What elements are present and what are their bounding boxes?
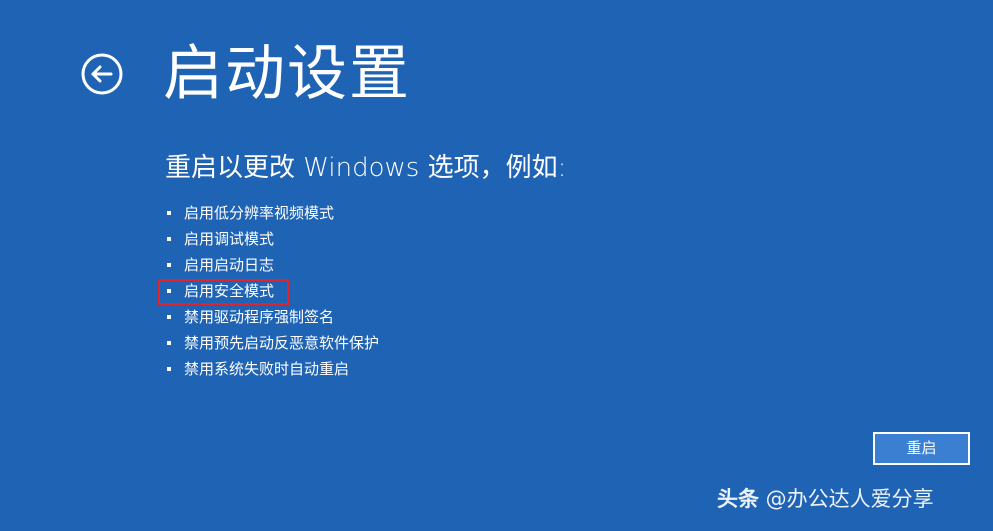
watermark-handle: @办公达人爱分享 — [759, 487, 934, 511]
option-item-boot-logging: 启用启动日志 — [166, 252, 379, 278]
bullet-icon — [167, 237, 171, 241]
option-label: 禁用预先启动反恶意软件保护 — [184, 334, 380, 352]
page-title: 启动设置 — [163, 39, 411, 109]
watermark-brand: 头条 — [717, 487, 759, 511]
option-label: 启用调试模式 — [184, 230, 275, 248]
watermark: 头条 @办公达人爱分享 — [717, 484, 934, 514]
restart-button[interactable]: 重启 — [873, 432, 970, 465]
safe-mode-highlight-box — [158, 279, 289, 305]
option-label: 启用低分辨率视频模式 — [184, 204, 335, 222]
bullet-icon — [167, 211, 171, 215]
bullet-icon — [167, 315, 171, 319]
back-arrow-circle-icon — [81, 53, 123, 95]
bullet-icon — [167, 367, 171, 371]
option-label: 禁用系统失败时自动重启 — [184, 360, 350, 378]
option-item-disable-early-launch-antimalware: 禁用预先启动反恶意软件保护 — [166, 330, 379, 356]
option-item-debugging: 启用调试模式 — [166, 226, 379, 252]
bullet-icon — [167, 263, 171, 267]
option-label: 禁用驱动程序强制签名 — [184, 308, 335, 326]
option-item-low-resolution-video: 启用低分辨率视频模式 — [166, 200, 379, 226]
option-label: 启用启动日志 — [184, 256, 275, 274]
option-item-disable-auto-restart: 禁用系统失败时自动重启 — [166, 356, 379, 382]
bullet-icon — [167, 341, 171, 345]
option-item-disable-driver-signature: 禁用驱动程序强制签名 — [166, 304, 379, 330]
subtitle: 重启以更改 Windows 选项，例如: — [165, 153, 567, 183]
back-button[interactable] — [80, 52, 124, 96]
